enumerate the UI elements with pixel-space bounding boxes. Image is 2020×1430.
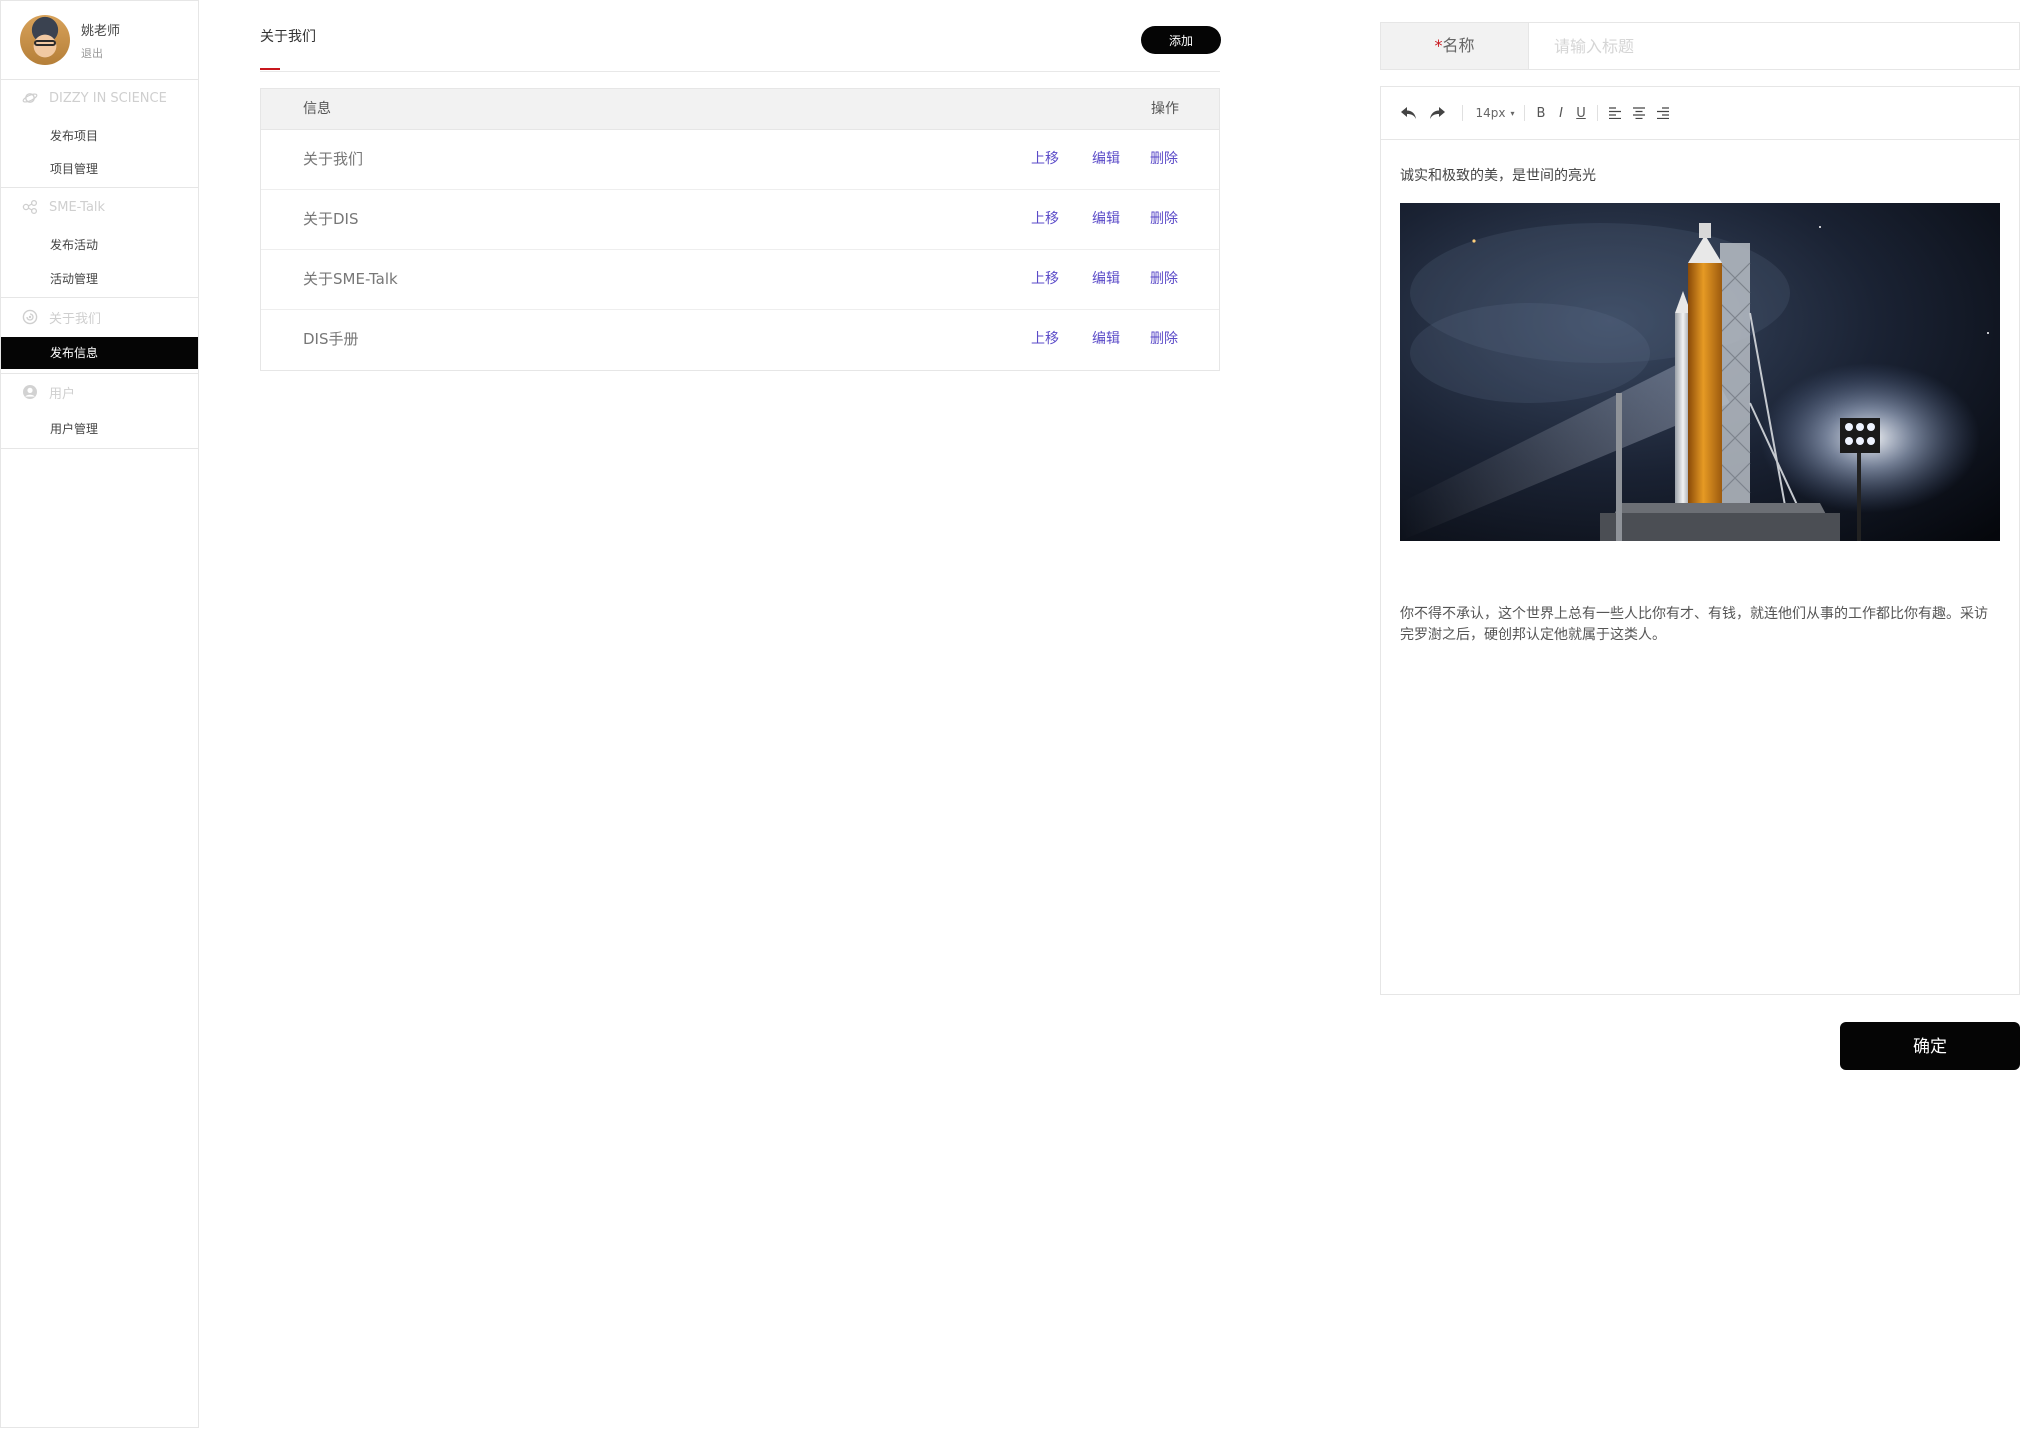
- table-row: 关于SME-Talk 上移 编辑 删除: [261, 250, 1219, 310]
- edit-button[interactable]: 编辑: [1092, 310, 1120, 369]
- title-field: *名称: [1380, 22, 2020, 70]
- table-row: 关于我们 上移 编辑 删除: [261, 130, 1219, 190]
- undo-icon[interactable]: [1399, 104, 1419, 122]
- user-name: 姚老师: [81, 24, 121, 39]
- table-row: DIS手册 上移 编辑 删除: [261, 310, 1219, 370]
- sidebar: 姚老师 退出 DIZZY IN SCIENCE 发布项目 项目管理 SME-Ta…: [0, 0, 199, 1428]
- nav-section-title: DIZZY IN SCIENCE: [49, 90, 167, 106]
- nav-section-header[interactable]: SME-Talk: [21, 197, 105, 217]
- edit-button[interactable]: 编辑: [1092, 130, 1120, 189]
- nav-section-dizzy: DIZZY IN SCIENCE 发布项目 项目管理: [1, 79, 198, 188]
- align-center-icon[interactable]: [1631, 104, 1647, 122]
- toolbar-divider: [1597, 105, 1598, 121]
- confirm-button[interactable]: 确定: [1840, 1022, 2020, 1070]
- delete-button[interactable]: 删除: [1150, 130, 1178, 189]
- nav-section-header[interactable]: 关于我们: [21, 307, 101, 327]
- delete-button[interactable]: 删除: [1150, 190, 1178, 249]
- table-row: 关于DIS 上移 编辑 删除: [261, 190, 1219, 250]
- nav-section-sme-talk: SME-Talk 发布活动 活动管理: [1, 187, 198, 298]
- move-up-button[interactable]: 上移: [1031, 130, 1059, 189]
- column-header-info: 信息: [303, 101, 331, 117]
- toolbar-divider: [1462, 105, 1463, 121]
- toolbar-divider: [1524, 105, 1525, 121]
- redo-icon[interactable]: [1427, 104, 1447, 122]
- row-label: 关于SME-Talk: [303, 270, 398, 288]
- align-right-icon[interactable]: [1655, 104, 1671, 122]
- info-circle-icon: [21, 308, 39, 326]
- delete-button[interactable]: 删除: [1150, 250, 1178, 309]
- planet-icon: [21, 89, 39, 107]
- user-icon: [21, 383, 39, 401]
- sidebar-item-project-manage[interactable]: 项目管理: [1, 153, 198, 185]
- page-title: 关于我们: [260, 29, 316, 45]
- user-panel: 姚老师 退出: [1, 1, 198, 80]
- rich-text-editor: 14px ▾ B I U 诚实和极致的美，是世间的亮光 你不得不承认，这个世界上…: [1380, 86, 2020, 995]
- table-header: 信息 操作: [261, 89, 1219, 130]
- column-header-actions: 操作: [1151, 101, 1179, 117]
- delete-button[interactable]: 删除: [1150, 310, 1178, 369]
- sidebar-item-publish-project[interactable]: 发布项目: [1, 120, 198, 152]
- add-button[interactable]: 添加: [1141, 26, 1221, 54]
- title-label-text: 名称: [1442, 36, 1475, 55]
- move-up-button[interactable]: 上移: [1031, 250, 1059, 309]
- underline-button[interactable]: U: [1574, 104, 1588, 122]
- divider: [260, 71, 1220, 72]
- sidebar-item-user-manage[interactable]: 用户管理: [1, 413, 198, 445]
- italic-button[interactable]: I: [1554, 104, 1568, 122]
- move-up-button[interactable]: 上移: [1031, 310, 1059, 369]
- nav-section-about-us: 关于我们 发布信息: [1, 297, 198, 374]
- row-label: 关于DIS: [303, 210, 359, 228]
- title-input[interactable]: [1529, 23, 2017, 69]
- align-left-icon[interactable]: [1607, 104, 1623, 122]
- editor-paragraph[interactable]: 你不得不承认，这个世界上总有一些人比你有才、有钱，就连他们从事的工作都比你有趣。…: [1400, 604, 2000, 646]
- editor-heading-text[interactable]: 诚实和极致的美，是世间的亮光: [1400, 165, 1596, 185]
- move-up-button[interactable]: 上移: [1031, 190, 1059, 249]
- nav-section-users: 用户 用户管理: [1, 373, 198, 449]
- rocket-launch-image[interactable]: [1400, 203, 2000, 541]
- edit-button[interactable]: 编辑: [1092, 190, 1120, 249]
- edit-button[interactable]: 编辑: [1092, 250, 1120, 309]
- sidebar-item-publish-event[interactable]: 发布活动: [1, 229, 198, 261]
- nav-section-title: 关于我们: [49, 311, 102, 327]
- title-field-label: *名称: [1381, 23, 1529, 69]
- sidebar-item-publish-info[interactable]: 发布信息: [1, 337, 198, 369]
- nav-section-header[interactable]: 用户: [21, 382, 75, 402]
- editor-toolbar: 14px ▾ B I U: [1381, 87, 2019, 140]
- sidebar-item-event-manage[interactable]: 活动管理: [1, 263, 198, 295]
- active-tab-indicator: [260, 68, 280, 70]
- font-size-value: 14px: [1475, 106, 1506, 120]
- nav-section-header[interactable]: DIZZY IN SCIENCE: [21, 88, 167, 108]
- logout-link[interactable]: 退出: [81, 45, 103, 61]
- row-label: 关于我们: [303, 150, 364, 168]
- avatar[interactable]: [20, 15, 70, 65]
- row-label: DIS手册: [303, 330, 359, 348]
- chevron-down-icon: ▾: [1510, 108, 1515, 118]
- font-size-select[interactable]: 14px ▾: [1473, 104, 1517, 122]
- bold-button[interactable]: B: [1534, 104, 1548, 122]
- nav-section-title: SME-Talk: [49, 199, 106, 215]
- share-icon: [21, 198, 39, 216]
- nav-section-title: 用户: [49, 386, 76, 402]
- info-table: 信息 操作 关于我们 上移 编辑 删除 关于DIS 上移 编辑 删除 关于SME…: [260, 88, 1220, 371]
